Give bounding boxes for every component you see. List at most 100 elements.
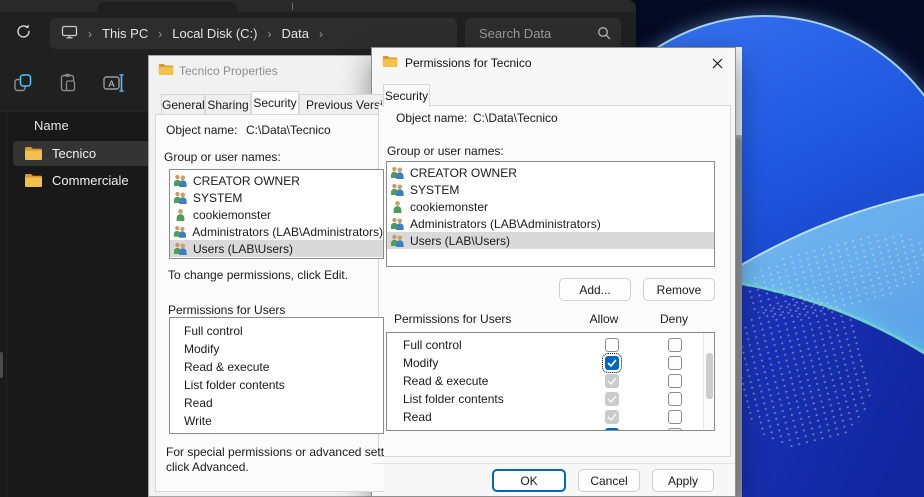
group-icon <box>390 183 405 196</box>
deny-checkbox[interactable] <box>668 338 682 352</box>
permission-row[interactable]: List folder contents <box>170 376 383 394</box>
tab-previous-versions[interactable]: Previous Versions <box>299 94 385 114</box>
object-name-label: Object name: <box>166 123 237 137</box>
group-name: Users (LAB\Users) <box>410 234 510 248</box>
permission-row[interactable]: Read <box>170 394 383 412</box>
tab-security[interactable]: Security <box>251 91 299 114</box>
chevron-right-icon: › <box>319 27 323 41</box>
deny-checkbox[interactable] <box>668 356 682 370</box>
name-column-header[interactable]: Name <box>34 118 69 133</box>
chevron-right-icon: › <box>267 27 271 41</box>
apply-button[interactable]: Apply <box>652 469 714 492</box>
permission-name: Write <box>403 426 431 431</box>
dialog-title: Tecnico Properties <box>179 64 278 78</box>
allow-checkbox-checked[interactable] <box>605 356 619 370</box>
edit-hint: To change permissions, click Edit. <box>168 268 348 282</box>
list-item[interactable]: Administrators (LAB\Administrators) <box>387 215 714 232</box>
permission-row: Modify <box>387 354 714 372</box>
refresh-button[interactable] <box>12 22 34 44</box>
copy-icon[interactable] <box>11 72 35 96</box>
permissions-list: Full control Modify Read & execute List <box>386 332 715 431</box>
explorer-tab-bar <box>0 0 636 12</box>
user-icon <box>390 200 405 213</box>
folder-icon <box>158 63 174 79</box>
deny-checkbox[interactable] <box>668 392 682 406</box>
add-button[interactable]: Add... <box>559 278 631 301</box>
file-name: Tecnico <box>52 146 96 161</box>
this-pc-icon[interactable] <box>61 25 78 42</box>
list-item-selected[interactable]: Users (LAB\Users) <box>170 240 383 257</box>
list-item[interactable]: SYSTEM <box>170 189 383 206</box>
list-item-selected[interactable]: Users (LAB\Users) <box>387 232 714 249</box>
group-name: Administrators (LAB\Administrators) <box>410 217 601 231</box>
deny-checkbox[interactable] <box>668 428 682 431</box>
scrollbar[interactable] <box>703 333 714 430</box>
group-name: CREATOR OWNER <box>410 166 517 180</box>
chevron-right-icon: › <box>88 27 92 41</box>
advanced-hint-line2: click Advanced. <box>166 460 249 474</box>
close-icon[interactable] <box>704 52 731 75</box>
folder-icon <box>24 146 43 161</box>
permission-row-partial: Write <box>387 426 714 431</box>
folder-icon <box>24 173 43 188</box>
permission-row: Full control <box>387 336 714 354</box>
permission-row: Read <box>387 408 714 426</box>
permission-name: Full control <box>403 336 462 354</box>
permission-name: Read <box>403 408 432 426</box>
search-input[interactable] <box>477 18 589 49</box>
breadcrumb-local-disk[interactable]: Local Disk (C:) <box>172 26 257 41</box>
list-item[interactable]: Administrators (LAB\Administrators) <box>170 223 383 240</box>
group-icon <box>173 191 188 204</box>
allow-checkbox-inherited[interactable] <box>605 374 619 388</box>
tab-general[interactable]: General <box>161 94 205 114</box>
folder-icon <box>382 55 398 71</box>
allow-checkbox-checked[interactable] <box>605 428 619 431</box>
cancel-button[interactable]: Cancel <box>578 469 640 492</box>
list-item[interactable]: CREATOR OWNER <box>387 164 714 181</box>
list-item[interactable]: cookiemonster <box>170 206 383 223</box>
allow-checkbox-inherited[interactable] <box>605 410 619 424</box>
scrollbar-thumb[interactable] <box>0 352 3 378</box>
permission-row[interactable]: Write <box>170 412 383 430</box>
object-name-value: C:\Data\Tecnico <box>473 111 558 125</box>
group-name: Administrators (LAB\Administrators) <box>192 225 383 239</box>
rename-icon[interactable]: A <box>102 72 126 96</box>
list-item[interactable]: CREATOR OWNER <box>170 172 383 189</box>
scrollbar-thumb[interactable] <box>706 353 713 399</box>
tab-sharing[interactable]: Sharing <box>205 94 251 114</box>
permission-name: Modify <box>403 354 438 372</box>
permission-row[interactable]: Full control <box>170 322 383 340</box>
svg-text:A: A <box>108 79 115 90</box>
deny-checkbox[interactable] <box>668 410 682 424</box>
remove-button[interactable]: Remove <box>643 278 715 301</box>
group-names-label: Group or user names: <box>164 150 281 164</box>
breadcrumb-data[interactable]: Data <box>281 26 308 41</box>
group-icon <box>390 166 405 179</box>
file-row-commerciale[interactable]: Commerciale <box>13 168 157 193</box>
allow-checkbox[interactable] <box>605 338 619 352</box>
paste-icon[interactable] <box>56 72 80 96</box>
ok-button[interactable]: OK <box>492 469 566 492</box>
group-names-list: CREATOR OWNER SYSTEM cookiemonster <box>386 161 715 267</box>
allow-checkbox-inherited[interactable] <box>605 392 619 406</box>
permission-row[interactable]: Read & execute <box>170 358 383 376</box>
explorer-tab[interactable] <box>97 2 237 12</box>
group-name: Users (LAB\Users) <box>193 242 293 256</box>
tab-security[interactable]: Security <box>383 84 430 107</box>
group-name: cookiemonster <box>410 200 488 214</box>
file-row-tecnico[interactable]: Tecnico <box>13 141 157 166</box>
breadcrumb-this-pc[interactable]: This PC <box>102 26 148 41</box>
list-item[interactable]: SYSTEM <box>387 181 714 198</box>
permissions-list: Full control Modify Read & execute List … <box>169 317 384 434</box>
group-icon <box>390 234 405 247</box>
permissions-dialog: Permissions for Tecnico Security Object … <box>371 47 736 497</box>
deny-checkbox[interactable] <box>668 374 682 388</box>
list-item[interactable]: cookiemonster <box>387 198 714 215</box>
permission-row[interactable]: Modify <box>170 340 383 358</box>
background-window-edge <box>735 47 742 497</box>
advanced-hint-line1: For special permissions or advanced sett… <box>166 445 385 459</box>
object-name-value: C:\Data\Tecnico <box>246 123 331 137</box>
breadcrumb: › This PC › Local Disk (C:) › Data › <box>50 18 457 49</box>
search-icon[interactable] <box>597 26 611 45</box>
navigation-pane-edge: › › › › › › <box>0 112 7 497</box>
